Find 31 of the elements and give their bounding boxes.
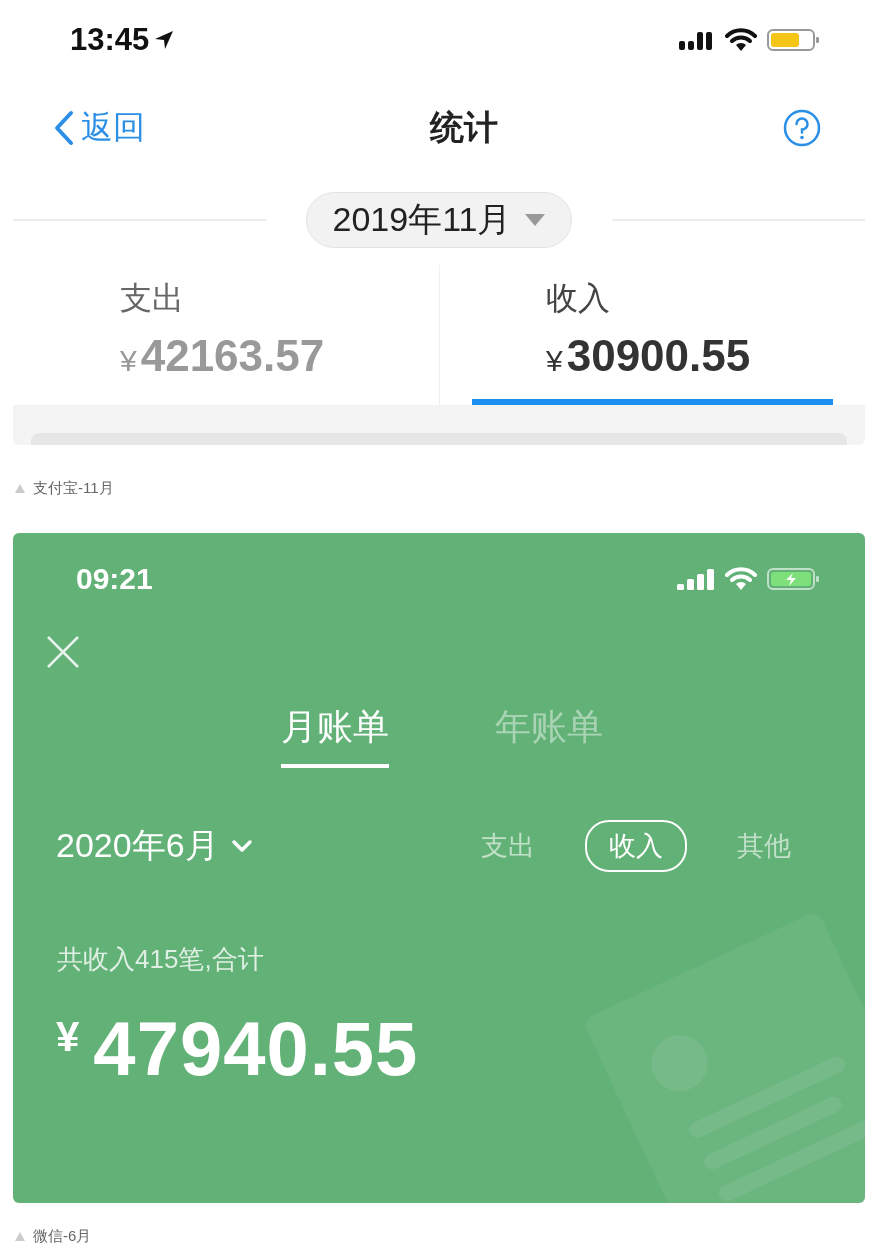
image-caption: 微信-6月 bbox=[33, 1226, 92, 1246]
help-icon[interactable] bbox=[783, 108, 821, 147]
status-time: 13:45 bbox=[70, 22, 150, 58]
bill-tab[interactable]: 年账单 bbox=[494, 703, 603, 768]
summary-tab[interactable]: 支出 ¥42163.57 bbox=[13, 265, 439, 405]
dropdown-triangle-icon bbox=[525, 214, 546, 226]
filter-chip[interactable]: 支出 bbox=[457, 820, 559, 872]
filter-chip[interactable]: 收入 bbox=[585, 820, 687, 872]
total-amount: 47940.55 bbox=[93, 1005, 419, 1092]
back-button[interactable]: 返回 bbox=[53, 105, 145, 150]
filter-chip[interactable]: 其他 bbox=[713, 820, 815, 872]
month-picker[interactable]: 2020年6月 bbox=[56, 823, 253, 869]
summary-text: 共收入415笔,合计 bbox=[57, 943, 265, 976]
signal-icon bbox=[677, 568, 715, 590]
battery-icon bbox=[767, 567, 821, 591]
status-time: 09:21 bbox=[76, 562, 153, 596]
month-picker[interactable]: 2019年11月 bbox=[305, 192, 573, 248]
page-title: 统计 bbox=[430, 106, 498, 148]
wifi-icon bbox=[725, 28, 757, 52]
back-chevron-icon bbox=[53, 109, 75, 146]
currency-symbol: ¥ bbox=[56, 1013, 80, 1061]
triangle-icon bbox=[15, 1231, 25, 1241]
wifi-icon bbox=[725, 567, 757, 591]
triangle-icon bbox=[15, 483, 25, 493]
close-icon[interactable] bbox=[46, 635, 80, 669]
chevron-down-icon bbox=[230, 839, 253, 853]
bill-tab[interactable]: 月账单 bbox=[280, 703, 389, 768]
location-arrow-icon bbox=[153, 29, 176, 51]
image-caption: 支付宝-11月 bbox=[33, 478, 114, 498]
signal-icon bbox=[679, 29, 715, 51]
battery-icon bbox=[767, 28, 821, 52]
